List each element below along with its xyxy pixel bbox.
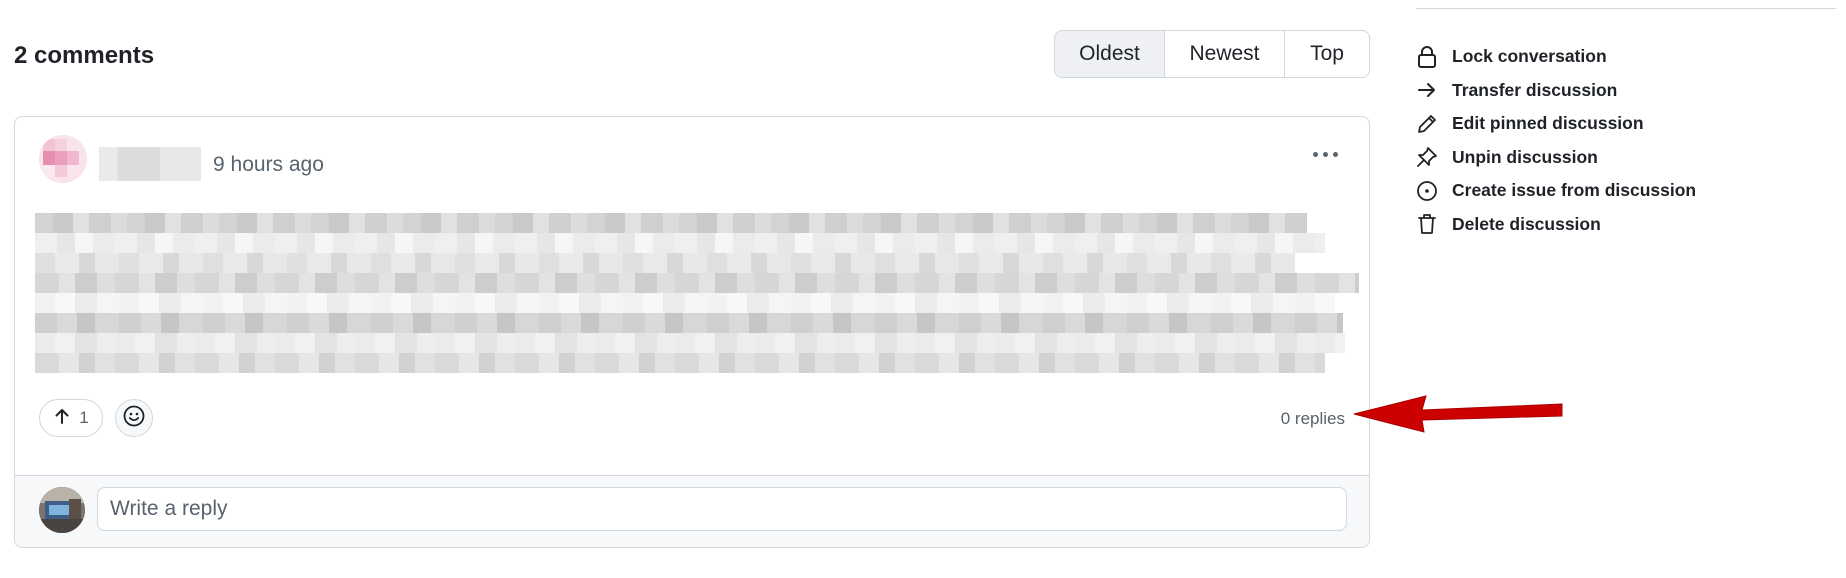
reply-composer	[15, 475, 1369, 547]
unpin-discussion-action[interactable]: Unpin discussion	[1416, 141, 1836, 175]
upvote-button[interactable]: 1	[39, 399, 103, 437]
discussion-page: 2 comments Oldest Newest Top 9 hours ago…	[0, 0, 1846, 578]
lock-conversation-label: Lock conversation	[1452, 46, 1607, 67]
pin-slash-icon	[1416, 144, 1442, 170]
sort-oldest-button[interactable]: Oldest	[1055, 31, 1165, 77]
trash-icon	[1416, 211, 1442, 237]
arrow-up-icon	[53, 407, 71, 430]
replies-count[interactable]: 0 replies	[1281, 409, 1345, 429]
redacted-line	[35, 353, 1325, 373]
redacted-line	[35, 273, 1359, 293]
create-issue-label: Create issue from discussion	[1452, 180, 1697, 201]
kebab-dot	[1312, 151, 1318, 157]
redacted-line	[35, 233, 1325, 253]
arrow-right-icon	[1416, 77, 1442, 103]
comment-timestamp[interactable]: 9 hours ago	[213, 153, 324, 177]
upvote-count: 1	[79, 408, 89, 427]
sort-top-button[interactable]: Top	[1285, 31, 1369, 77]
author-name-redacted[interactable]	[99, 147, 201, 181]
lock-icon	[1416, 44, 1442, 70]
comment-card: 9 hours ago 1 0 replies Write a reply	[14, 116, 1370, 548]
sidebar-divider	[1416, 8, 1836, 9]
current-user-avatar[interactable]	[39, 487, 85, 533]
sort-newest-button[interactable]: Newest	[1165, 31, 1285, 77]
create-issue-action[interactable]: Create issue from discussion	[1416, 174, 1836, 208]
comments-count-heading: 2 comments	[14, 42, 155, 69]
redacted-line	[35, 253, 1295, 273]
author-avatar[interactable]	[39, 135, 87, 183]
edit-pinned-discussion-label: Edit pinned discussion	[1452, 113, 1644, 134]
add-reaction-button[interactable]	[115, 399, 153, 437]
comment-header: 9 hours ago	[39, 129, 1349, 183]
lock-conversation-action[interactable]: Lock conversation	[1416, 40, 1836, 74]
reply-input[interactable]	[97, 487, 1347, 531]
redacted-line	[35, 333, 1345, 353]
redacted-line	[35, 293, 1335, 313]
comment-body-redacted	[35, 213, 1359, 373]
pencil-icon	[1416, 111, 1442, 137]
edit-pinned-discussion-action[interactable]: Edit pinned discussion	[1416, 107, 1836, 141]
more-options-button[interactable]	[1305, 139, 1345, 169]
transfer-discussion-label: Transfer discussion	[1452, 79, 1618, 100]
redacted-line	[35, 213, 1307, 233]
annotation-arrow	[1353, 395, 1563, 433]
sort-segmented-control: Oldest Newest Top	[1054, 30, 1370, 78]
transfer-discussion-action[interactable]: Transfer discussion	[1416, 74, 1836, 108]
delete-discussion-action[interactable]: Delete discussion	[1416, 208, 1836, 242]
kebab-dot	[1332, 151, 1338, 157]
discussion-actions-list: Lock conversation Transfer discussion Ed…	[1416, 40, 1836, 241]
smiley-icon	[122, 404, 146, 433]
issue-opened-icon	[1416, 178, 1442, 204]
kebab-dot	[1322, 151, 1328, 157]
delete-discussion-label: Delete discussion	[1452, 213, 1601, 234]
redacted-line	[35, 313, 1343, 333]
unpin-discussion-label: Unpin discussion	[1452, 146, 1598, 167]
